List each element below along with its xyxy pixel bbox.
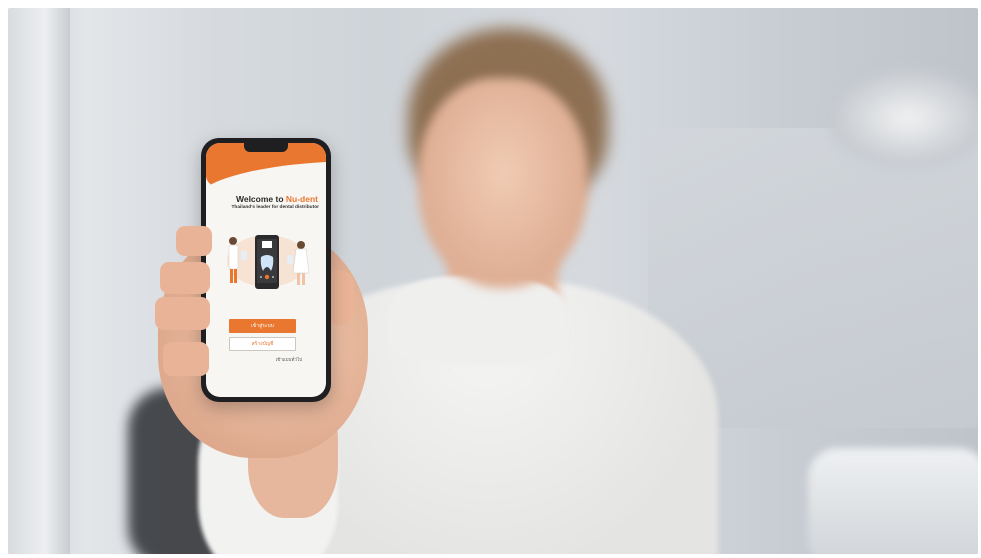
register-button[interactable]: สร้างบัญชี [229,337,296,351]
app-screen: Welcome to Nu-dent Thailand's leader for… [206,143,326,397]
smartphone: Welcome to Nu-dent Thailand's leader for… [201,138,331,402]
phone-notch [244,143,288,152]
tagline: Thailand's leader for dental distributor [231,205,320,210]
login-button[interactable]: เข้าสู่ระบบ [229,319,296,333]
finger-2 [160,262,210,294]
finger-1 [176,226,212,256]
guest-link[interactable]: เข้าแบบทั่วไป [276,356,302,363]
background-photo [8,8,978,554]
clinic-wall [8,8,70,554]
welcome-heading: Welcome to Nu-dent [236,194,318,204]
finger-3 [155,297,210,330]
dentist-app-illustration-icon [227,235,310,289]
dental-equipment [808,448,978,554]
finger-4 [163,342,209,376]
nu-dent-logo-icon [262,241,272,248]
sweater-collar [388,276,568,366]
welcome-prefix: Welcome to [235,194,284,204]
person-face [418,78,588,288]
dental-lamp [828,68,978,168]
brand-name: Nu-dent [285,194,318,204]
